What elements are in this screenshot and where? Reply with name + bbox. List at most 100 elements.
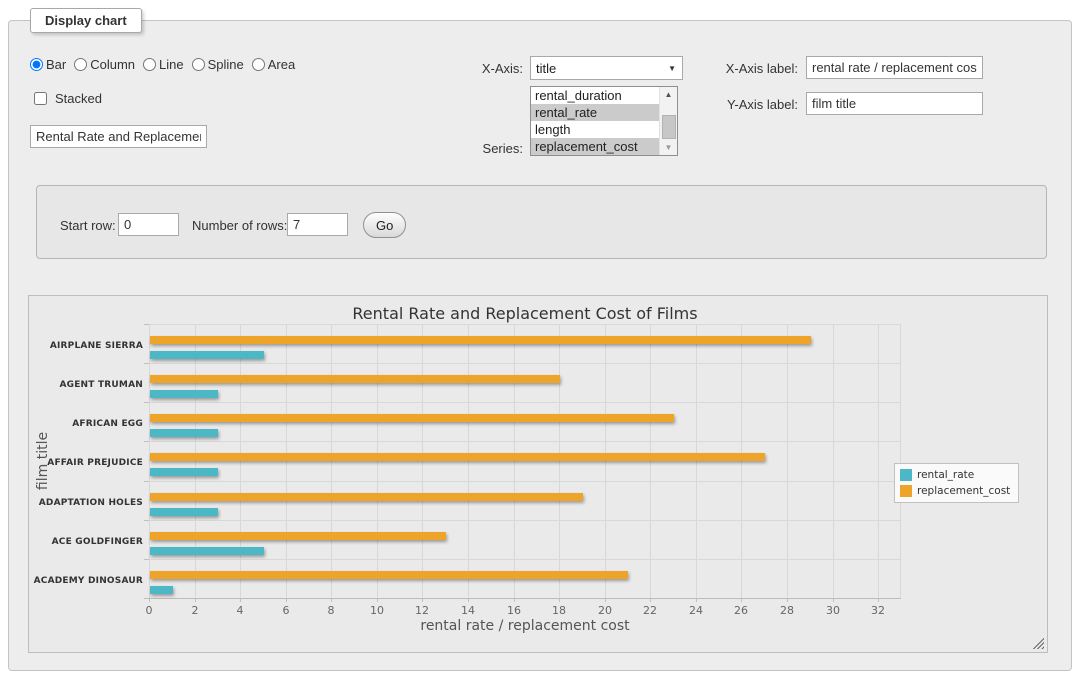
x-tick-label: 2: [180, 604, 210, 617]
bar-rental_rate[interactable]: [150, 468, 218, 476]
bar-replacement_cost[interactable]: [150, 375, 560, 383]
series-option-length[interactable]: length: [531, 121, 660, 138]
category-label: ACE GOLDFINGER: [33, 537, 143, 547]
gridline-x: [422, 324, 423, 598]
gridline-x: [559, 324, 560, 598]
category-label: AFFAIR PREJUDICE: [33, 458, 143, 468]
gridline-x: [377, 324, 378, 598]
x-tick-label: 16: [499, 604, 529, 617]
chart-title: Rental Rate and Replacement Cost of Film…: [149, 304, 901, 323]
gridline-x: [468, 324, 469, 598]
gridline-y: [149, 559, 901, 560]
x-tick-label: 8: [316, 604, 346, 617]
gridline-x: [741, 324, 742, 598]
stacked-option[interactable]: Stacked: [30, 89, 102, 108]
bar-rental_rate[interactable]: [150, 351, 264, 359]
bar-rental_rate[interactable]: [150, 547, 264, 555]
x-tick-label: 10: [362, 604, 392, 617]
legend-label: rental_rate: [917, 469, 974, 481]
stacked-checkbox[interactable]: [34, 92, 47, 105]
gridline-y: [149, 324, 901, 325]
chart-type-label-area: Area: [268, 57, 295, 72]
chart-container: Rental Rate and Replacement Cost of Film…: [28, 295, 1048, 653]
start-row-input[interactable]: [118, 213, 179, 236]
bar-replacement_cost[interactable]: [150, 493, 583, 501]
bar-replacement_cost[interactable]: [150, 414, 674, 422]
series-scrollbar[interactable]: ▲ ▼: [659, 87, 677, 155]
chart-type-radio-area[interactable]: [252, 58, 265, 71]
x-axis-label-input[interactable]: [806, 56, 983, 79]
gridline-x: [514, 324, 515, 598]
legend-swatch: [900, 469, 912, 481]
category-label: ACADEMY DINOSAUR: [33, 576, 143, 586]
number-of-rows-input[interactable]: [287, 213, 348, 236]
go-button[interactable]: Go: [363, 212, 406, 238]
legend-item-rental_rate[interactable]: rental_rate: [900, 469, 1010, 481]
chart-type-option-spline[interactable]: Spline: [192, 57, 244, 72]
y-tick-mark: [144, 520, 149, 521]
gridline-y: [149, 363, 901, 364]
legend-label: replacement_cost: [917, 485, 1010, 497]
y-axis-label-field-label: Y-Axis label:: [698, 97, 798, 112]
x-tick-label: 0: [134, 604, 164, 617]
x-tick-label: 22: [635, 604, 665, 617]
chart-type-radio-line[interactable]: [143, 58, 156, 71]
scroll-down-icon[interactable]: ▼: [660, 140, 677, 155]
gridline-x: [240, 324, 241, 598]
x-axis-label-field-label: X-Axis label:: [698, 61, 798, 76]
chart-type-option-line[interactable]: Line: [143, 57, 184, 72]
panel-title: Display chart: [30, 8, 142, 33]
gridline-x: [650, 324, 651, 598]
x-tick-label: 32: [863, 604, 893, 617]
x-axis-title: rental rate / replacement cost: [149, 618, 901, 634]
x-tick-label: 30: [818, 604, 848, 617]
bar-replacement_cost[interactable]: [150, 532, 446, 540]
chart-type-option-bar[interactable]: Bar: [30, 57, 66, 72]
bar-rental_rate[interactable]: [150, 390, 218, 398]
legend-item-replacement_cost[interactable]: replacement_cost: [900, 485, 1010, 497]
x-tick-label: 20: [590, 604, 620, 617]
x-axis-select-label: X-Axis:: [430, 61, 523, 76]
resize-handle-icon[interactable]: [1032, 637, 1044, 649]
y-tick-mark: [144, 481, 149, 482]
series-option-rental_duration[interactable]: rental_duration: [531, 87, 660, 104]
x-tick-label: 14: [453, 604, 483, 617]
x-tick-label: 6: [271, 604, 301, 617]
bar-rental_rate[interactable]: [150, 586, 173, 594]
series-option-rental_rate[interactable]: rental_rate: [531, 104, 660, 121]
gridline-x: [331, 324, 332, 598]
chart-type-radio-spline[interactable]: [192, 58, 205, 71]
gridline-x: [787, 324, 788, 598]
bar-replacement_cost[interactable]: [150, 453, 765, 461]
chart-type-option-area[interactable]: Area: [252, 57, 295, 72]
bar-replacement_cost[interactable]: [150, 571, 628, 579]
series-listbox[interactable]: ▲ ▼ rental_durationrental_ratelengthrepl…: [530, 86, 678, 156]
scroll-up-icon[interactable]: ▲: [660, 87, 677, 102]
category-label: AIRPLANE SIERRA: [33, 341, 143, 351]
bar-rental_rate[interactable]: [150, 508, 218, 516]
x-axis-select[interactable]: title: [530, 56, 683, 80]
chart-type-option-column[interactable]: Column: [74, 57, 135, 72]
plot-right-border: [900, 324, 901, 598]
chart-title-input[interactable]: [30, 125, 207, 148]
scrollbar-thumb[interactable]: [662, 115, 676, 139]
chart-type-radio-column[interactable]: [74, 58, 87, 71]
gridline-x: [833, 324, 834, 598]
bar-rental_rate[interactable]: [150, 429, 218, 437]
x-axis-line: [149, 598, 901, 599]
chart-type-label-bar: Bar: [46, 57, 66, 72]
series-label: Series:: [430, 141, 523, 156]
x-tick-label: 28: [772, 604, 802, 617]
series-option-replacement_cost[interactable]: replacement_cost: [531, 138, 660, 155]
category-label: AFRICAN EGG: [33, 419, 143, 429]
chart-type-radio-bar[interactable]: [30, 58, 43, 71]
bar-replacement_cost[interactable]: [150, 336, 811, 344]
chart-type-label-column: Column: [90, 57, 135, 72]
gridline-x: [605, 324, 606, 598]
y-axis-label-input[interactable]: [806, 92, 983, 115]
x-tick-label: 12: [407, 604, 437, 617]
gridline-y: [149, 402, 901, 403]
stacked-label: Stacked: [55, 91, 102, 106]
category-label: ADAPTATION HOLES: [33, 498, 143, 508]
gridline-x: [149, 324, 150, 598]
